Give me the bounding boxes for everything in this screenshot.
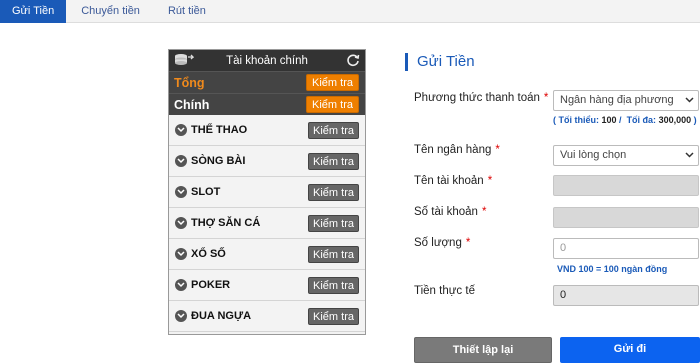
chevron-down-icon[interactable] bbox=[175, 186, 187, 198]
game-label-wrap: ĐUA NGỰA bbox=[175, 310, 251, 322]
chevron-down-icon[interactable] bbox=[175, 248, 187, 260]
game-name: SÒNG BÀI bbox=[191, 155, 246, 167]
bank-name-label: Tên ngân hàng * bbox=[414, 144, 500, 156]
game-label-wrap: POKER bbox=[175, 279, 230, 291]
actual-amount-label: Tiền thực tế bbox=[414, 285, 475, 297]
bank-name-select[interactable]: Vui lòng chọn bbox=[553, 145, 699, 166]
game-row[interactable]: ĐUA NGỰA Kiểm tra bbox=[169, 301, 365, 332]
game-name: THỢ SĂN CÁ bbox=[191, 217, 261, 229]
game-label-wrap: SÒNG BÀI bbox=[175, 155, 245, 167]
game-row[interactable]: SLOT Kiểm tra bbox=[169, 177, 365, 208]
tab-transfer[interactable]: Chuyển tiền bbox=[66, 0, 155, 23]
payment-method-label: Phương thức thanh toán * bbox=[414, 92, 549, 104]
chevron-down-icon bbox=[685, 152, 694, 158]
refresh-icon[interactable] bbox=[346, 53, 360, 67]
game-row[interactable]: THỢ SĂN CÁ Kiểm tra bbox=[169, 208, 365, 239]
check-game-button[interactable]: Kiểm tra bbox=[308, 152, 359, 170]
chevron-down-icon[interactable] bbox=[175, 124, 187, 136]
game-row[interactable]: THỂ THAO Kiểm tra bbox=[169, 115, 365, 146]
total-row: Tổng Kiểm tra bbox=[169, 71, 365, 93]
reset-button[interactable]: Thiết lập lại bbox=[414, 337, 552, 363]
account-name-label: Tên tài khoản * bbox=[414, 175, 493, 187]
game-row[interactable]: XỔ SỐ Kiểm tra bbox=[169, 239, 365, 270]
check-game-button[interactable]: Kiểm tra bbox=[308, 307, 359, 325]
check-game-button[interactable]: Kiểm tra bbox=[308, 214, 359, 232]
tab-bar: Gửi Tiền Chuyển tiền Rút tiền bbox=[0, 0, 700, 23]
check-main-button[interactable]: Kiểm tra bbox=[306, 96, 359, 113]
check-game-button[interactable]: Kiểm tra bbox=[308, 276, 359, 294]
game-name: SLOT bbox=[191, 186, 221, 198]
chevron-down-icon[interactable] bbox=[175, 310, 187, 322]
game-row[interactable]: POKER Kiểm tra bbox=[169, 270, 365, 301]
rate-note: VND 100 = 100 ngàn đồng bbox=[557, 264, 668, 274]
form-title: Gửi Tiền bbox=[405, 53, 475, 71]
amount-label: Số lượng * bbox=[414, 237, 471, 249]
submit-button[interactable]: Gửi đi bbox=[560, 337, 700, 363]
chevron-down-icon[interactable] bbox=[175, 217, 187, 229]
account-number-label: Số tài khoản * bbox=[414, 206, 487, 218]
check-total-button[interactable]: Kiểm tra bbox=[306, 74, 359, 91]
account-name-field[interactable] bbox=[553, 175, 699, 196]
game-name: POKER bbox=[191, 279, 231, 291]
actual-amount-field: 0 bbox=[553, 285, 699, 306]
payment-method-select[interactable]: Ngân hàng địa phương bbox=[553, 90, 699, 111]
main-label: Chính bbox=[174, 97, 210, 112]
chevron-down-icon[interactable] bbox=[175, 155, 187, 167]
check-game-button[interactable]: Kiểm tra bbox=[308, 245, 359, 263]
amount-input[interactable]: 0 bbox=[553, 238, 699, 259]
game-name: THỂ THAO bbox=[191, 124, 248, 136]
total-label: Tổng bbox=[174, 75, 205, 90]
game-label-wrap: SLOT bbox=[175, 186, 220, 198]
tab-deposit[interactable]: Gửi Tiền bbox=[0, 0, 67, 23]
check-game-button[interactable]: Kiểm tra bbox=[308, 121, 359, 139]
game-name: XỔ SỐ bbox=[191, 248, 226, 260]
wallet-header: Tài khoản chính bbox=[169, 50, 365, 71]
chevron-down-icon bbox=[685, 97, 694, 103]
wallet-panel: Tài khoản chính Tổng Kiểm tra Chính Kiểm… bbox=[168, 49, 366, 335]
game-label-wrap: THỂ THAO bbox=[175, 124, 247, 136]
deposit-limits: ( Tối thiểu: 100 / Tối đa: 300,000 ) bbox=[553, 115, 697, 125]
game-row[interactable]: SÒNG BÀI Kiểm tra bbox=[169, 146, 365, 177]
coins-icon bbox=[174, 53, 195, 67]
wallet-title: Tài khoản chính bbox=[226, 54, 308, 67]
account-number-field[interactable] bbox=[553, 207, 699, 228]
chevron-down-icon[interactable] bbox=[175, 279, 187, 291]
check-game-button[interactable]: Kiểm tra bbox=[308, 183, 359, 201]
game-name: ĐUA NGỰA bbox=[191, 310, 252, 322]
tab-withdraw[interactable]: Rút tiền bbox=[155, 0, 219, 23]
main-row: Chính Kiểm tra bbox=[169, 93, 365, 115]
game-label-wrap: XỔ SỐ bbox=[175, 248, 226, 260]
game-label-wrap: THỢ SĂN CÁ bbox=[175, 217, 260, 229]
